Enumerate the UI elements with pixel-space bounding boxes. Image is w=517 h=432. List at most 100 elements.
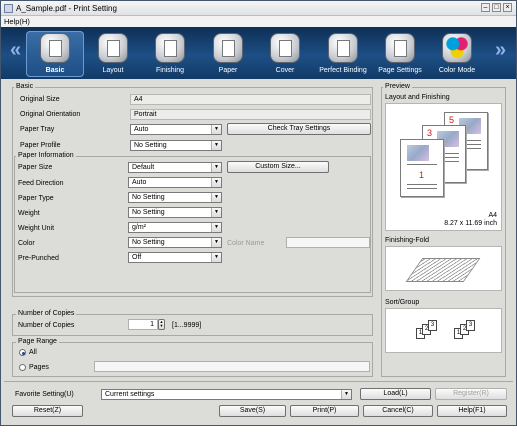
original-size-value: A4 xyxy=(130,94,371,105)
fold-preview xyxy=(385,246,502,291)
tab-perfect-binding[interactable]: Perfect Binding xyxy=(314,31,372,77)
layout-preview: 5 3 1 A4 8.27 x 11.69 inch xyxy=(385,103,502,231)
chevron-down-icon: ▼ xyxy=(211,163,221,172)
page-number-1: 1 xyxy=(419,170,425,180)
paper-type-select[interactable]: No Setting ▼ xyxy=(128,192,222,203)
tab-paper[interactable]: Paper xyxy=(199,31,257,77)
paper-size-select[interactable]: Default ▼ xyxy=(128,162,222,173)
tab-page-settings[interactable]: Page Settings xyxy=(371,31,429,77)
scroll-left-icon[interactable]: « xyxy=(10,39,21,62)
copies-group-title: Number of Copies xyxy=(16,310,77,317)
tab-layout[interactable]: Layout xyxy=(84,31,142,77)
feed-direction-label: Feed Direction xyxy=(18,180,64,187)
reset-button[interactable]: Reset(Z) xyxy=(12,405,83,417)
copies-stepper[interactable]: ▲ ▼ xyxy=(158,319,165,330)
paper-information-title: Paper Information xyxy=(16,152,76,159)
chevron-down-icon: ▼ xyxy=(211,253,221,262)
divider xyxy=(4,381,513,382)
sort-page-b3: 3 xyxy=(466,320,475,331)
register-button[interactable]: Register(R) xyxy=(435,388,507,400)
paper-tray-value: Auto xyxy=(134,126,149,133)
paper-profile-label: Paper Profile xyxy=(20,142,61,149)
help-button[interactable]: Help(F1) xyxy=(437,405,507,417)
paper-size-label: Paper Size xyxy=(18,164,53,171)
tab-color-mode[interactable]: Color Mode xyxy=(428,31,486,77)
layout-icon xyxy=(98,33,128,63)
favorite-setting-select[interactable]: Current settings ▼ xyxy=(101,389,352,400)
tab-finishing-label: Finishing xyxy=(155,67,184,74)
chevron-down-icon: ▼ xyxy=(211,208,221,217)
weight-value: No Setting xyxy=(132,209,165,216)
weight-unit-select[interactable]: g/m² ▼ xyxy=(128,222,222,233)
maximize-icon[interactable]: □ xyxy=(492,3,501,12)
pre-punched-select[interactable]: Off ▼ xyxy=(128,252,222,263)
page-range-title: Page Range xyxy=(16,338,59,345)
tab-cover-label: Cover xyxy=(275,67,295,74)
finishing-fold-label: Finishing-Fold xyxy=(385,237,429,244)
copies-label: Number of Copies xyxy=(18,322,75,329)
pre-punched-value: Off xyxy=(132,254,142,261)
finishing-icon xyxy=(155,33,185,63)
tab-layout-label: Layout xyxy=(102,67,124,74)
weight-select[interactable]: No Setting ▼ xyxy=(128,207,222,218)
save-button[interactable]: Save(S) xyxy=(219,405,286,417)
scroll-right-icon[interactable]: » xyxy=(495,39,506,62)
tab-cover[interactable]: Cover xyxy=(256,31,314,77)
original-size-label: Original Size xyxy=(20,96,60,103)
color-select[interactable]: No Setting ▼ xyxy=(128,237,222,248)
fold-illustration xyxy=(405,258,481,282)
paper-tray-select[interactable]: Auto ▼ xyxy=(130,124,222,135)
tab-page-settings-label: Page Settings xyxy=(378,67,422,74)
print-setting-window: A_Sample.pdf - Print Setting ‒ □ × Help(… xyxy=(0,0,517,426)
paper-size-value: Default xyxy=(132,164,155,171)
check-tray-settings-button[interactable]: Check Tray Settings xyxy=(227,123,371,135)
chevron-down-icon: ▼ xyxy=(341,390,351,399)
weight-unit-value: g/m² xyxy=(132,224,146,231)
cancel-button[interactable]: Cancel(C) xyxy=(363,405,433,417)
chevron-down-icon: ▼ xyxy=(211,178,221,187)
print-button[interactable]: Print(P) xyxy=(290,405,359,417)
tab-finishing[interactable]: Finishing xyxy=(141,31,199,77)
title-bar: A_Sample.pdf - Print Setting ‒ □ × xyxy=(1,1,516,16)
cover-icon xyxy=(270,33,300,63)
copies-range: [1...9999] xyxy=(172,322,202,329)
preview-paper-size: A4 xyxy=(488,212,497,219)
paper-type-label: Paper Type xyxy=(18,195,54,202)
feed-direction-value: Auto xyxy=(132,179,147,186)
page-range-all-radio[interactable] xyxy=(19,349,26,356)
tab-basic-label: Basic xyxy=(45,67,65,74)
minimize-icon[interactable]: ‒ xyxy=(481,3,490,12)
pages-input[interactable] xyxy=(94,361,370,372)
preview-title: Preview xyxy=(383,83,412,90)
layout-finishing-label: Layout and Finishing xyxy=(385,94,450,101)
weight-label: Weight xyxy=(18,210,40,217)
menu-bar: Help(H) xyxy=(1,16,516,27)
tab-basic[interactable]: Basic xyxy=(26,31,84,77)
color-value: No Setting xyxy=(132,239,165,246)
perfect-binding-icon xyxy=(328,33,358,63)
tab-color-mode-label: Color Mode xyxy=(438,67,476,74)
pre-punched-label: Pre-Punched xyxy=(18,255,59,262)
page-range-all-label: All xyxy=(29,349,37,356)
page-range-pages-radio[interactable] xyxy=(19,364,26,371)
load-button[interactable]: Load(L) xyxy=(360,388,431,400)
app-icon xyxy=(4,4,13,13)
sort-page-a3: 3 xyxy=(428,320,437,331)
menu-help[interactable]: Help(H) xyxy=(4,17,30,26)
preview-paper-dims: 8.27 x 11.69 inch xyxy=(444,220,497,227)
copies-input[interactable]: 1 xyxy=(128,319,158,330)
custom-size-button[interactable]: Custom Size... xyxy=(227,161,329,173)
preview-page-front: 1 xyxy=(400,139,444,197)
paper-type-value: No Setting xyxy=(132,194,165,201)
feed-direction-select[interactable]: Auto ▼ xyxy=(128,177,222,188)
chevron-down-icon: ▼ xyxy=(211,193,221,202)
paper-profile-value: No Setting xyxy=(134,142,167,149)
chevron-down-icon: ▼ xyxy=(211,125,221,134)
close-icon[interactable]: × xyxy=(503,3,512,12)
color-name-field[interactable] xyxy=(286,237,370,248)
basic-icon xyxy=(40,33,70,63)
tab-perfect-binding-label: Perfect Binding xyxy=(319,67,367,74)
paper-profile-select[interactable]: No Setting ▼ xyxy=(130,140,222,151)
sort-preview: 1 2 3 1 2 3 xyxy=(385,308,502,353)
paper-icon xyxy=(213,33,243,63)
